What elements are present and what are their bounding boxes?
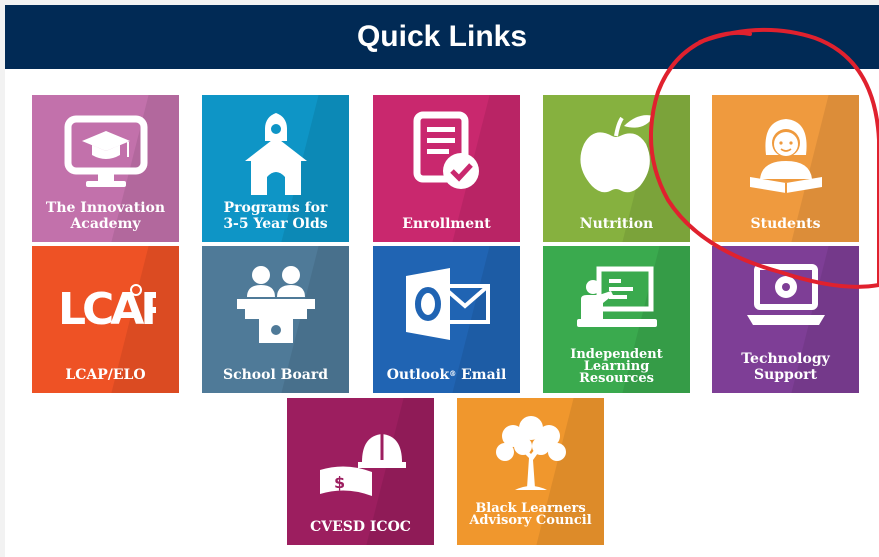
tile-cvesd-icoc[interactable]: $ CVESD ICOC [287,398,434,545]
lcap-logo-icon: LCAP [32,260,179,348]
quick-links-header: Quick Links [5,5,879,69]
tile-enrollment[interactable]: Enrollment [373,95,520,242]
tile-label: Outlook® Email [377,367,516,383]
tile-label: Black Learners Advisory Council [469,501,592,528]
svg-text:$: $ [334,473,345,492]
tile-students[interactable]: Students [712,95,859,242]
trademark-symbol: ® [449,369,457,378]
tile-nutrition[interactable]: Nutrition [543,95,690,242]
monitor-graduation-cap-icon [32,109,179,197]
tile-label: LCAP/ELO [65,367,146,383]
teacher-whiteboard-icon [543,256,690,344]
tile-label: Enrollment [402,216,491,232]
tile-label: Independent Learning Resources [570,347,663,386]
tile-black-learners-advisory-council[interactable]: Black Learners Advisory Council [457,398,604,545]
tile-label: Students [750,216,821,232]
tile-outlook-email[interactable]: Outlook® Email [373,246,520,393]
tile-independent-learning-resources[interactable]: Independent Learning Resources [543,246,690,393]
outlook-envelope-icon [373,260,520,348]
tile-the-innovation-academy[interactable]: The Innovation Academy [32,95,179,242]
tile-label: Programs for 3-5 Year Olds [223,200,328,232]
tile-label: CVESD ICOC [310,519,411,535]
tile-label: Technology Support [741,351,830,383]
tile-label: Nutrition [579,216,654,232]
tile-technology-support[interactable]: Technology Support [712,246,859,393]
apple-icon [543,109,690,197]
tile-programs-for-3-5-year-olds[interactable]: Programs for 3-5 Year Olds [202,95,349,242]
tile-label: The Innovation Academy [45,200,166,232]
board-members-icon [202,260,349,348]
hardhat-money-icon: $ [287,418,434,506]
page-title: Quick Links [356,20,528,53]
tile-lcap-elo[interactable]: LCAP LCAP/ELO [32,246,179,393]
student-reading-icon [712,109,859,197]
tile-school-board[interactable]: School Board [202,246,349,393]
tile-label: School Board [222,367,329,383]
form-checkmark-icon [373,109,520,197]
laptop-gear-icon [712,254,859,342]
email-label: Email [461,367,507,383]
schoolhouse-icon [202,109,349,197]
tree-icon [457,406,604,494]
outlook-label: Outlook [386,367,450,383]
